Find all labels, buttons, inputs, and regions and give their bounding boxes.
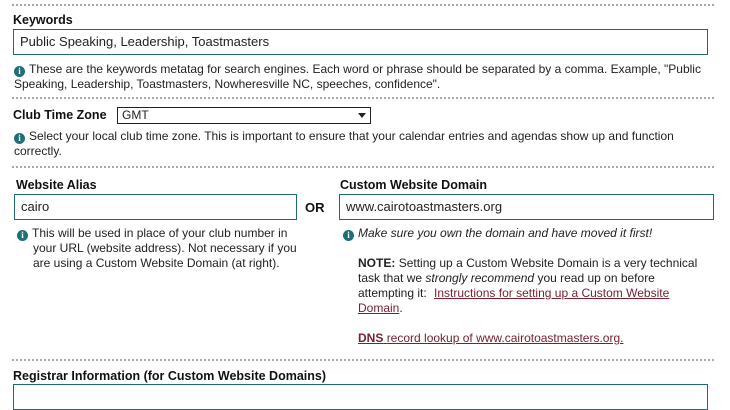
- website-alias-help-text: This will be used in place of your club …: [32, 226, 297, 270]
- website-alias-help: i This will be used in place of your club…: [17, 226, 297, 271]
- custom-domain-help-text: Make sure you own the domain and have mo…: [358, 226, 653, 240]
- timezone-selected-value: GMT: [122, 108, 149, 122]
- website-alias-input[interactable]: cairo: [14, 194, 297, 220]
- keywords-help: i These are the keywords metatag for sear…: [14, 62, 714, 92]
- separator: [12, 97, 714, 99]
- separator: [12, 4, 714, 6]
- dns-lookup: DNS record lookup of www.cairotoastmaste…: [358, 331, 698, 346]
- separator: [12, 166, 714, 168]
- dns-lookup-link[interactable]: DNS record lookup of www.cairotoastmaste…: [358, 331, 623, 345]
- keywords-help-text: These are the keywords metatag for searc…: [14, 62, 701, 91]
- custom-domain-help: i Make sure you own the domain and have m…: [343, 226, 713, 241]
- custom-domain-note: NOTE: Setting up a Custom Website Domain…: [358, 256, 698, 316]
- dns-link-text: record lookup of www.cairotoastmasters.o…: [386, 331, 624, 345]
- website-alias-label: Website Alias: [16, 178, 97, 192]
- registrar-input[interactable]: [13, 384, 708, 410]
- timezone-label: Club Time Zone: [13, 108, 107, 122]
- keywords-label: Keywords: [13, 13, 73, 27]
- timezone-select[interactable]: GMT: [117, 107, 371, 124]
- timezone-help: i Select your local club time zone. This …: [14, 129, 714, 159]
- info-icon: i: [343, 230, 354, 241]
- info-icon: i: [14, 133, 25, 144]
- note-emphasis: strongly recommend: [425, 271, 535, 285]
- note-end: .: [399, 301, 403, 315]
- separator: [12, 359, 714, 361]
- or-label: OR: [305, 200, 325, 215]
- dropdown-arrow-icon: [358, 113, 366, 118]
- dns-prefix: DNS: [358, 331, 384, 345]
- custom-domain-label: Custom Website Domain: [340, 178, 488, 192]
- info-icon: i: [14, 66, 25, 77]
- note-label: NOTE:: [358, 256, 396, 270]
- registrar-label: Registrar Information (for Custom Websit…: [13, 369, 326, 383]
- keywords-input[interactable]: Public Speaking, Leadership, Toastmaster…: [13, 29, 708, 55]
- info-icon: i: [17, 230, 28, 241]
- timezone-help-text: Select your local club time zone. This i…: [14, 129, 674, 158]
- custom-domain-input[interactable]: www.cairotoastmasters.org: [339, 194, 714, 220]
